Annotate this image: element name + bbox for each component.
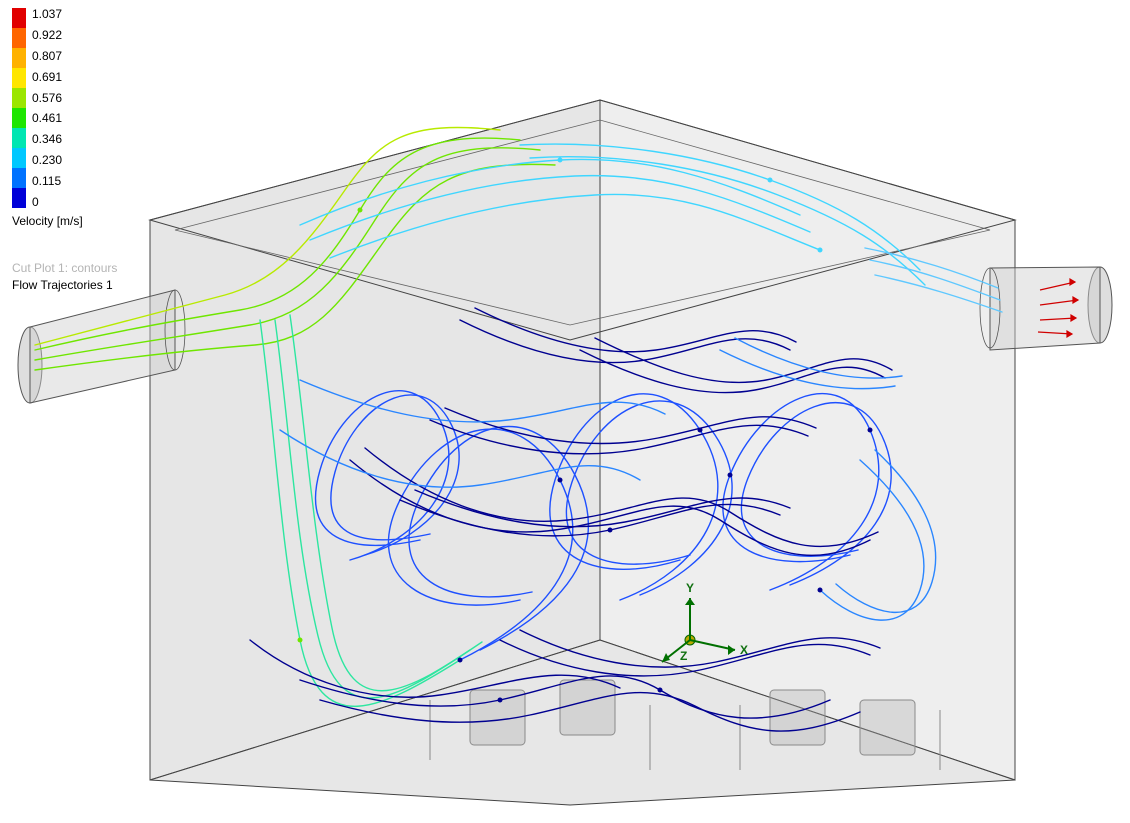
legend-segment [12, 128, 26, 148]
layer-cutplot[interactable]: Cut Plot 1: contours [12, 260, 117, 277]
legend-ticks: 1.037 0.922 0.807 0.691 0.576 0.461 0.346 0.230… [32, 8, 62, 208]
simulation-viewport[interactable]: X Y Z [0, 0, 1130, 818]
legend-tick: 0.461 [32, 112, 62, 124]
legend-segment [12, 168, 26, 188]
legend-tick: 0.115 [32, 175, 62, 187]
legend-segment [12, 108, 26, 128]
tank-geometry [18, 100, 1112, 805]
legend-segment [12, 68, 26, 88]
legend-segment [12, 8, 26, 28]
axis-y-label: Y [686, 581, 694, 595]
legend-segment [12, 48, 26, 68]
legend-tick: 0.922 [32, 29, 62, 41]
result-layer-list: Cut Plot 1: contours Flow Trajectories 1 [12, 260, 117, 294]
legend-tick: 0.807 [32, 50, 62, 62]
legend-tick: 1.037 [32, 8, 62, 20]
axis-x-label: X [740, 643, 748, 657]
legend-tick: 0.691 [32, 71, 62, 83]
legend-tick: 0.230 [32, 154, 62, 166]
legend-segment [12, 28, 26, 48]
legend-tick: 0.346 [32, 133, 62, 145]
legend-segment [12, 88, 26, 108]
axis-z-label: Z [680, 649, 687, 663]
legend-title: Velocity [m/s] [12, 214, 83, 228]
legend-colorbar [12, 8, 26, 208]
layer-flowtraj[interactable]: Flow Trajectories 1 [12, 277, 117, 294]
legend-tick: 0.576 [32, 92, 62, 104]
legend-tick: 0 [32, 196, 62, 208]
legend-segment [12, 188, 26, 208]
color-legend: 1.037 0.922 0.807 0.691 0.576 0.461 0.346 0.230… [12, 8, 62, 208]
legend-segment [12, 148, 26, 168]
